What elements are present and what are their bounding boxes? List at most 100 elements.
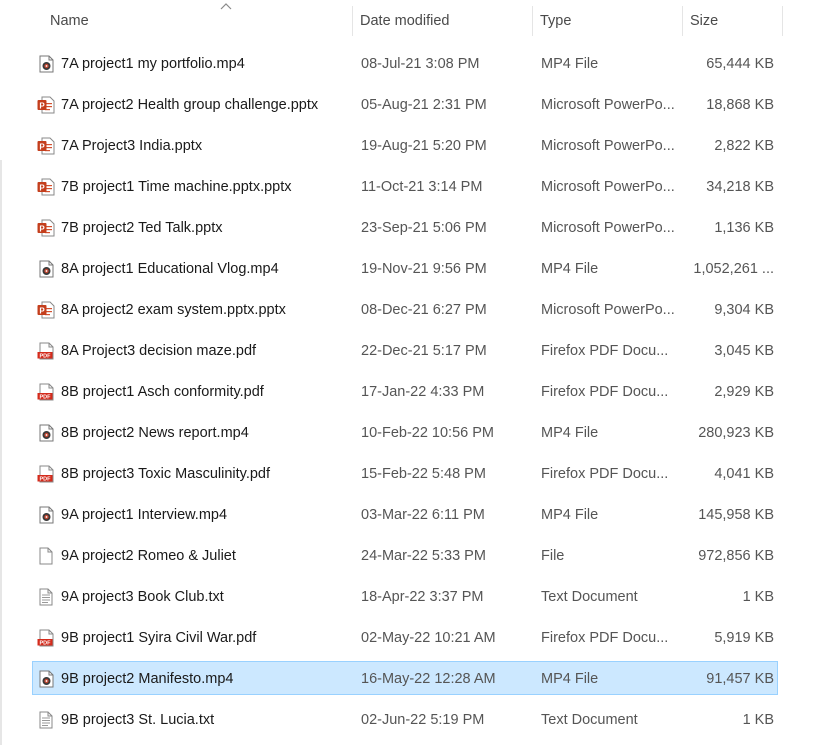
file-size: 2,822 KB	[714, 138, 774, 154]
file-name: 7B project2 Ted Talk.pptx	[61, 220, 223, 236]
svg-text:P: P	[39, 225, 45, 234]
file-size: 9,304 KB	[714, 302, 774, 318]
file-row[interactable]: 9A project2 Romeo & Juliet 24-Mar-22 5:33…	[32, 538, 778, 572]
file-size: 5,919 KB	[714, 630, 774, 646]
file-name: 8B project1 Asch conformity.pdf	[61, 384, 264, 400]
file-type: Firefox PDF Docu...	[541, 343, 669, 359]
file-type: Microsoft PowerPo...	[541, 179, 675, 195]
file-name: 8B project3 Toxic Masculinity.pdf	[61, 466, 271, 482]
column-header-name[interactable]: Name	[42, 0, 352, 42]
column-header-size[interactable]: Size	[682, 0, 782, 42]
file-name: 8A project1 Educational Vlog.mp4	[61, 261, 279, 277]
file-type: MP4 File	[541, 425, 599, 441]
svg-text:P: P	[39, 184, 45, 193]
file-date-modified: 05-Aug-21 2:31 PM	[361, 97, 487, 113]
file-row[interactable]: P 7A project2 Health group challenge.pptx…	[32, 87, 778, 121]
file-type: Microsoft PowerPo...	[541, 302, 675, 318]
file-row[interactable]: PDF 9B project1 Syira Civil War.pdf 02-May…	[32, 620, 778, 654]
file-type: MP4 File	[541, 261, 599, 277]
file-name: 7A Project3 India.pptx	[61, 138, 203, 154]
file-size: 145,958 KB	[698, 507, 774, 523]
file-size: 91,457 KB	[706, 671, 774, 687]
file-type: Text Document	[541, 712, 638, 728]
file-size: 65,444 KB	[706, 56, 774, 72]
column-header-row: Name Date modified Type Size	[30, 0, 826, 42]
column-divider[interactable]	[782, 6, 783, 36]
powerpoint-icon: P	[37, 96, 55, 114]
file-date-modified: 11-Oct-21 3:14 PM	[361, 179, 483, 195]
file-type: Firefox PDF Docu...	[541, 630, 669, 646]
file-type: MP4 File	[541, 671, 599, 687]
file-size: 18,868 KB	[706, 97, 774, 113]
pdf-icon: PDF	[37, 465, 55, 483]
sort-ascending-icon	[220, 3, 232, 10]
svg-text:P: P	[39, 143, 45, 152]
file-date-modified: 18-Apr-22 3:37 PM	[361, 589, 484, 605]
video-icon	[37, 260, 55, 278]
file-size: 1,052,261 ...	[693, 261, 774, 277]
file-name: 7A project1 my portfolio.mp4	[61, 56, 245, 72]
file-date-modified: 08-Jul-21 3:08 PM	[361, 56, 480, 72]
file-type: Firefox PDF Docu...	[541, 466, 669, 482]
file-name: 7B project1 Time machine.pptx.pptx	[61, 179, 292, 195]
file-row[interactable]: PDF 8B project1 Asch conformity.pdf 17-Jan…	[32, 374, 778, 408]
powerpoint-icon: P	[37, 178, 55, 196]
svg-text:PDF: PDF	[40, 354, 52, 360]
file-date-modified: 10-Feb-22 10:56 PM	[361, 425, 494, 441]
file-row[interactable]: P 7B project2 Ted Talk.pptx 23-Sep-21 5:06…	[32, 210, 778, 244]
file-type: Firefox PDF Docu...	[541, 384, 669, 400]
file-date-modified: 19-Nov-21 9:56 PM	[361, 261, 487, 277]
file-size: 1 KB	[742, 589, 774, 605]
file-row[interactable]: 7A project1 my portfolio.mp4 08-Jul-21 3:…	[32, 46, 778, 80]
file-date-modified: 03-Mar-22 6:11 PM	[361, 507, 485, 523]
column-header-type[interactable]: Type	[532, 0, 682, 42]
powerpoint-icon: P	[37, 137, 55, 155]
file-date-modified: 24-Mar-22 5:33 PM	[361, 548, 486, 564]
file-type: Microsoft PowerPo...	[541, 138, 675, 154]
svg-text:PDF: PDF	[40, 477, 52, 483]
file-date-modified: 22-Dec-21 5:17 PM	[361, 343, 487, 359]
file-icon	[37, 547, 55, 565]
video-icon	[37, 506, 55, 524]
file-date-modified: 08-Dec-21 6:27 PM	[361, 302, 487, 318]
file-row[interactable]: P 7B project1 Time machine.pptx.pptx 11-Oc…	[32, 169, 778, 203]
file-type: MP4 File	[541, 56, 599, 72]
file-row[interactable]: PDF 8A Project3 decision maze.pdf 22-Dec-2…	[32, 333, 778, 367]
svg-text:P: P	[39, 307, 45, 316]
file-size: 3,045 KB	[714, 343, 774, 359]
column-header-date[interactable]: Date modified	[352, 0, 532, 42]
file-row[interactable]: PDF 8B project3 Toxic Masculinity.pdf 15-F…	[32, 456, 778, 490]
file-row[interactable]: 8A project1 Educational Vlog.mp4 19-Nov-2…	[32, 251, 778, 285]
file-row[interactable]: P 7A Project3 India.pptx 19-Aug-21 5:20 PM…	[32, 128, 778, 162]
file-name: 9A project3 Book Club.txt	[61, 589, 224, 605]
file-row[interactable]: 9B project3 St. Lucia.txt 02-Jun-22 5:19 …	[32, 702, 778, 736]
file-row[interactable]: P 8A project2 exam system.pptx.pptx 08-Dec…	[32, 292, 778, 326]
file-date-modified: 19-Aug-21 5:20 PM	[361, 138, 487, 154]
pdf-icon: PDF	[37, 629, 55, 647]
file-row[interactable]: 9A project3 Book Club.txt 18-Apr-22 3:37 …	[32, 579, 778, 613]
file-name: 8A project2 exam system.pptx.pptx	[61, 302, 286, 318]
file-name: 9B project1 Syira Civil War.pdf	[61, 630, 257, 646]
file-date-modified: 02-Jun-22 5:19 PM	[361, 712, 485, 728]
file-name: 9A project2 Romeo & Juliet	[61, 548, 236, 564]
svg-text:PDF: PDF	[40, 641, 52, 647]
svg-text:P: P	[39, 102, 45, 111]
text-file-icon	[37, 711, 55, 729]
file-size: 1,136 KB	[714, 220, 774, 236]
file-row[interactable]: 9A project1 Interview.mp4 03-Mar-22 6:11 …	[32, 497, 778, 531]
file-row[interactable]: 9B project2 Manifesto.mp4 16-May-22 12:28…	[32, 661, 778, 695]
file-type: File	[541, 548, 565, 564]
file-type: Text Document	[541, 589, 638, 605]
file-type: Microsoft PowerPo...	[541, 97, 675, 113]
file-name: 9B project3 St. Lucia.txt	[61, 712, 215, 728]
pdf-icon: PDF	[37, 383, 55, 401]
file-date-modified: 02-May-22 10:21 AM	[361, 630, 496, 646]
file-name: 8B project2 News report.mp4	[61, 425, 249, 441]
file-name: 8A Project3 decision maze.pdf	[61, 343, 257, 359]
file-type: Microsoft PowerPo...	[541, 220, 675, 236]
video-icon	[37, 424, 55, 442]
video-icon	[37, 670, 55, 688]
file-date-modified: 16-May-22 12:28 AM	[361, 671, 496, 687]
file-name: 7A project2 Health group challenge.pptx	[61, 97, 319, 113]
file-row[interactable]: 8B project2 News report.mp4 10-Feb-22 10:…	[32, 415, 778, 449]
